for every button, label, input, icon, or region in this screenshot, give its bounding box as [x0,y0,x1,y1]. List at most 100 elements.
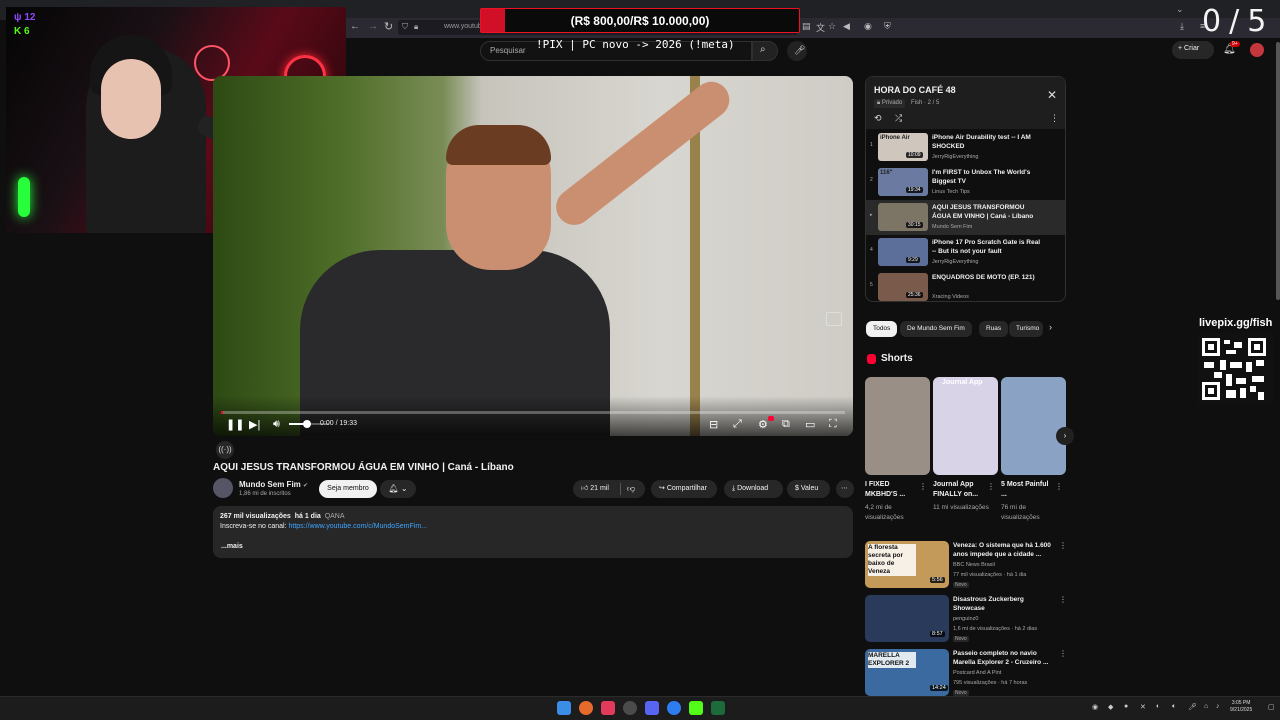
tray-clock[interactable]: 3:05 PM 9/21/2025 [1230,700,1252,714]
short-thumbnail[interactable] [865,377,930,475]
chevron-right-icon[interactable]: › [1049,322,1052,332]
translate-icon[interactable]: 文 [816,21,825,34]
tray-app-icon[interactable]: ✕ [1140,703,1146,711]
settings-gear-icon[interactable]: ⚙ [758,418,768,431]
short-thumbnail[interactable] [1001,377,1066,475]
short-menu-icon[interactable]: ⋮ [919,482,927,491]
tray-mic-icon[interactable]: 🎤︎ [1188,703,1197,711]
thanks-button[interactable]: $ Valeu [787,480,830,498]
show-more-button[interactable]: ...mais [221,543,243,550]
playlist-item-title[interactable]: ENQUADROS DE MOTO (EP. 121) [932,273,1042,282]
download-button[interactable]: ⤓ Download [724,480,783,498]
tray-speaker-icon[interactable]: ♪ [1216,703,1220,710]
filter-chip[interactable]: Turismo [1009,321,1043,337]
loop-icon[interactable]: ⟲ [874,113,882,124]
channel-avatar[interactable] [213,478,233,498]
account-avatar[interactable] [1250,43,1264,57]
tray-app-icon[interactable]: ◆ [1108,703,1113,711]
miniplayer-icon[interactable]: ⧉ [782,418,790,431]
shuffle-icon[interactable]: ⤮ [895,113,902,124]
recommendation-channel[interactable]: penguinz0 [953,616,978,622]
notification-center-icon[interactable]: ▢ [1268,703,1275,711]
reader-view-icon[interactable]: ▤ [802,21,811,32]
share-button[interactable]: ↪ Compartilhar [651,480,717,498]
downloads-icon[interactable]: ⤓ [1180,21,1184,32]
bookmark-star-icon[interactable]: ☆ [828,21,836,32]
playlist-title[interactable]: HORA DO CAFÉ 48 [874,85,956,95]
description-link[interactable]: https://www.youtube.com/c/MundoSemFim... [289,523,428,530]
extension-icon[interactable]: ◉ [864,21,872,32]
more-actions-icon[interactable]: ⋯ [836,480,854,498]
tab-list-chevron-icon[interactable]: ⌄ [1176,4,1188,14]
playlist-item-thumbnail[interactable] [878,238,928,266]
short-title[interactable]: Journal App FINALLY on... [933,480,985,500]
recommendation-menu-icon[interactable]: ⋮ [1059,649,1067,658]
subtitles-icon[interactable]: ⊟ [709,418,718,431]
microphone-icon[interactable]: 🎤︎ [794,45,805,56]
thumbs-down-icon[interactable]: 👎︎ [627,484,635,494]
live-broadcast-icon[interactable]: ((·)) [216,441,234,459]
audio-icon[interactable]: ◀ [843,21,850,32]
page-scrollbar[interactable] [1276,42,1280,300]
pause-icon[interactable]: ❚❚ [226,418,244,431]
close-icon[interactable]: ✕ [1047,88,1057,102]
join-button[interactable]: Seja membro [319,480,377,498]
excel-icon[interactable] [711,701,725,715]
filter-chip[interactable]: Ruas [979,321,1009,337]
channel-name-text[interactable]: Mundo Sem Fim [239,480,301,489]
shorts-next-arrow-icon[interactable]: › [1056,427,1074,445]
reload-icon[interactable]: ↻ [384,20,393,33]
short-title[interactable]: I FIXED MKBHD'S ... [865,480,917,500]
lock-icon[interactable]: 🔒︎ [414,22,418,32]
recommendation-title[interactable]: Veneza: O sistema que há 1.600 anos impe… [953,541,1057,559]
video-tag[interactable]: QANA [325,513,345,520]
recommendation-menu-icon[interactable]: ⋮ [1059,595,1067,604]
extension-shield-icon[interactable]: ⛨ [884,21,891,32]
shield-icon[interactable]: ⛉ [402,22,408,32]
subscriber-count: 1,86 mi de inscritos [239,491,291,497]
playlist-item-title[interactable]: iPhone 17 Pro Scratch Gate is Real -- Bu… [932,238,1042,256]
playlist-menu-icon[interactable]: ⋮ [1050,113,1059,124]
start-menu-icon[interactable] [557,701,571,715]
settings-app-icon[interactable] [623,701,637,715]
tray-network-icon[interactable]: ⌂ [1204,703,1208,710]
playlist-item-title[interactable]: AQUI JESUS TRANSFORMOU ÁGUA EM VINHO | C… [932,203,1042,221]
theater-mode-icon[interactable]: ▭ [805,418,815,431]
forward-arrow-icon[interactable]: → [368,21,378,32]
recommendation-title[interactable]: Passeio completo no navio Marella Explor… [953,649,1057,667]
tray-discord-icon[interactable]: ◉ [1092,703,1098,711]
short-menu-icon[interactable]: ⋮ [987,482,995,491]
progress-bar[interactable] [221,411,845,414]
channel-watermark-icon[interactable] [826,312,842,326]
firefox-icon[interactable] [579,701,593,715]
recommendation-channel[interactable]: BBC News Brasil [953,562,995,568]
search-icon[interactable]: ⌕ [760,44,766,55]
fullscreen-icon[interactable]: ⛶ [829,418,837,431]
short-thumbnail[interactable] [933,377,998,475]
recommendation-menu-icon[interactable]: ⋮ [1059,541,1067,550]
short-title[interactable]: 5 Most Painful ... [1001,480,1053,500]
filter-chip[interactable]: De Mundo Sem Fim [900,321,972,337]
tray-app-icon[interactable]: ● [1124,703,1128,710]
playlist-item-title[interactable]: I'm FIRST to Unbox The World's Biggest T… [932,168,1042,186]
discord-icon[interactable] [645,701,659,715]
goal-counter: 0/5 [1202,4,1275,39]
next-video-icon[interactable]: ▶| [249,418,260,431]
tray-app-icon[interactable]: ◐ [1156,703,1160,710]
short-menu-icon[interactable]: ⋮ [1055,482,1063,491]
channel-name[interactable]: Mundo Sem Fim ✔ [239,480,308,489]
recommendation-channel[interactable]: Postcard And A Pint [953,670,1001,676]
volume-icon[interactable]: 🔊︎ [273,418,280,431]
music-app-icon[interactable] [601,701,615,715]
chrome-like-icon[interactable] [667,701,681,715]
recommendation-title[interactable]: Disastrous Zuckerberg Showcase [953,595,1057,613]
create-label[interactable]: + Criar [1178,45,1199,52]
filter-chip[interactable]: Todos [866,321,898,337]
back-arrow-icon[interactable]: ← [350,21,360,32]
volume-slider-knob[interactable] [303,420,311,428]
kick-app-icon[interactable] [689,701,703,715]
subscription-bell-button[interactable]: 🔔︎ ⌄ [380,480,416,498]
autoplay-expand-icon[interactable]: ⤢ [733,418,742,431]
playlist-item-title[interactable]: iPhone Air Durability test -- I AM SHOCK… [932,133,1042,151]
tray-volume-icon[interactable]: 🔈︎ [1172,703,1176,711]
